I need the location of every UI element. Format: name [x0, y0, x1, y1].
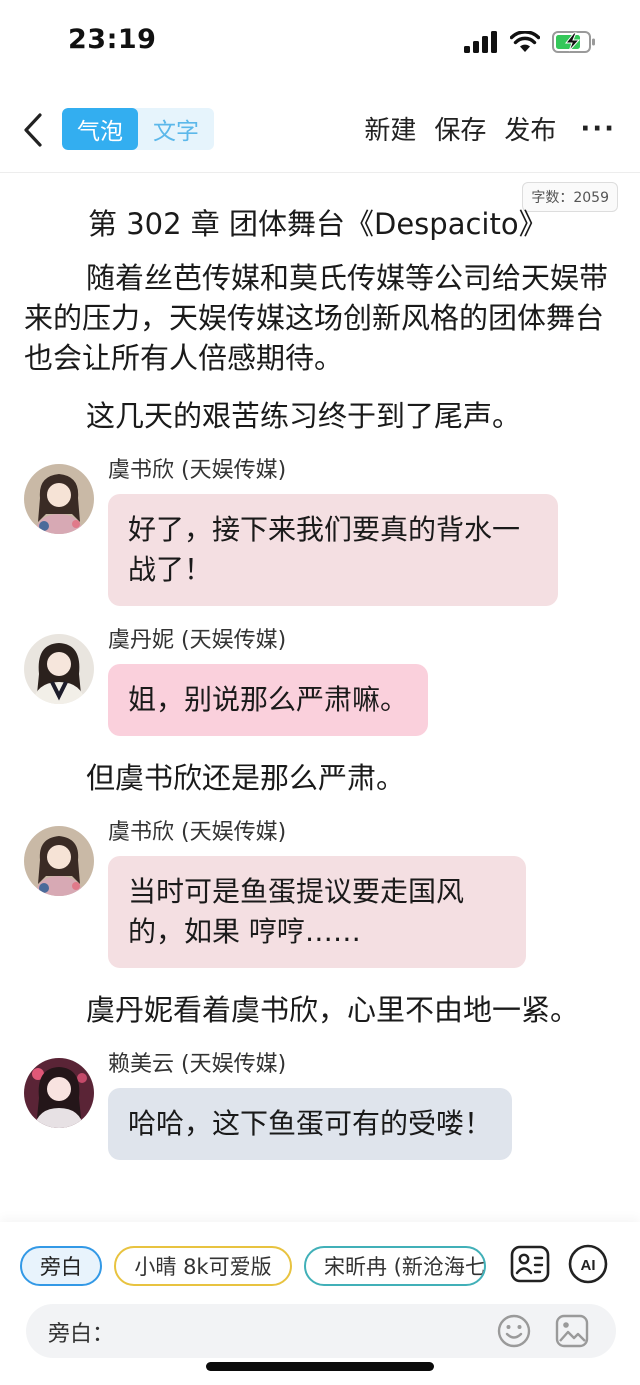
chat-bubble[interactable]: 哈哈，这下鱼蛋可有的受喽！ — [108, 1088, 513, 1160]
chat-bubble[interactable]: 当时可是鱼蛋提议要走国风的，如果 哼哼…… — [108, 856, 526, 968]
contact-card-icon — [510, 1245, 550, 1283]
narration-paragraph: 这几天的艰苦练习终于到了尾声。 — [86, 399, 522, 433]
bottom-input-panel: 旁白 小晴 8k可爱版 宋昕冉 (新沧海七 AI 旁白： — [0, 1222, 640, 1385]
toolbar-divider — [0, 172, 640, 173]
speaker-name: 虞书欣 (天娱传媒) — [108, 458, 287, 483]
input-role-label: 旁白： — [48, 1322, 115, 1347]
wifi-icon — [510, 31, 540, 52]
avatar — [24, 826, 94, 896]
publish-button[interactable]: 发布 — [504, 110, 556, 147]
chat-bubble[interactable]: 姐，别说那么严肃嘛。 — [108, 664, 429, 736]
emoji-button[interactable] — [496, 1313, 532, 1349]
save-button[interactable]: 保存 — [434, 110, 486, 147]
narration-paragraph: 虞丹妮看着虞书欣，心里不由地一紧。 — [86, 993, 580, 1027]
back-button[interactable] — [16, 108, 50, 152]
speaker-name: 虞丹妮 (天娱传媒) — [108, 628, 287, 653]
status-icons — [464, 30, 596, 54]
editor-toolbar: 气泡 文字 新建 保存 发布 ··· — [0, 96, 640, 166]
narration-paragraph: 但虞书欣还是那么严肃。 — [86, 761, 406, 795]
speaker-name: 虞书欣 (天娱传媒) — [108, 820, 287, 845]
ai-icon: AI — [568, 1244, 608, 1284]
top-actions: 新建 保存 发布 ··· — [364, 110, 616, 147]
mode-text-tab[interactable]: 文字 — [138, 108, 214, 150]
message-input[interactable] — [112, 1312, 492, 1350]
contact-card-button[interactable] — [510, 1244, 550, 1284]
status-bar: 23:19 — [0, 0, 640, 88]
emoji-icon — [497, 1314, 531, 1348]
chat-message: 虞书欣 (天娱传媒) 当时可是鱼蛋提议要走国风的，如果 哼哼…… — [24, 818, 618, 968]
story-content: 第 302 章 团体舞台《Despacito》 随着丝芭传媒和莫氏传媒等公司给天… — [24, 200, 618, 1160]
message-input-bar: 旁白： — [26, 1304, 616, 1358]
battery-charging-icon — [552, 31, 595, 53]
chat-message: 虞书欣 (天娱传媒) 好了，接下来我们要真的背水一战了！ — [24, 456, 618, 606]
status-time: 23:19 — [68, 24, 157, 55]
avatar — [24, 464, 94, 534]
role-selector: 旁白 小晴 8k可爱版 宋昕冉 (新沧海七 — [20, 1246, 486, 1286]
speaker-name: 赖美云 (天娱传媒) — [108, 1052, 287, 1077]
role-chip-narration[interactable]: 旁白 — [20, 1246, 102, 1286]
mode-toggle: 气泡 文字 — [62, 108, 214, 150]
chat-message: 虞丹妮 (天娱传媒) 姐，别说那么严肃嘛。 — [24, 626, 618, 736]
chevron-left-icon — [24, 113, 42, 147]
new-button[interactable]: 新建 — [364, 110, 416, 147]
mode-bubble-tab[interactable]: 气泡 — [62, 108, 138, 150]
signal-icon — [464, 31, 497, 53]
ai-button[interactable]: AI — [568, 1244, 608, 1284]
more-button[interactable]: ··· — [580, 114, 616, 144]
chat-message: 赖美云 (天娱传媒) 哈哈，这下鱼蛋可有的受喽！ — [24, 1050, 618, 1160]
chat-bubble[interactable]: 好了，接下来我们要真的背水一战了！ — [108, 494, 558, 606]
image-button[interactable] — [554, 1313, 590, 1349]
svg-text:AI: AI — [581, 1257, 596, 1274]
avatar — [24, 634, 94, 704]
narration-paragraph: 随着丝芭传媒和莫氏传媒等公司给天娱带来的压力，天娱传媒这场创新风格的团体舞台也会… — [24, 261, 609, 375]
image-icon — [555, 1314, 589, 1348]
role-chip[interactable]: 小晴 8k可爱版 — [114, 1246, 292, 1286]
role-chip[interactable]: 宋昕冉 (新沧海七 — [304, 1246, 486, 1286]
home-indicator — [206, 1362, 434, 1371]
avatar — [24, 1058, 94, 1128]
chapter-title: 第 302 章 团体舞台《Despacito》 — [88, 207, 548, 241]
